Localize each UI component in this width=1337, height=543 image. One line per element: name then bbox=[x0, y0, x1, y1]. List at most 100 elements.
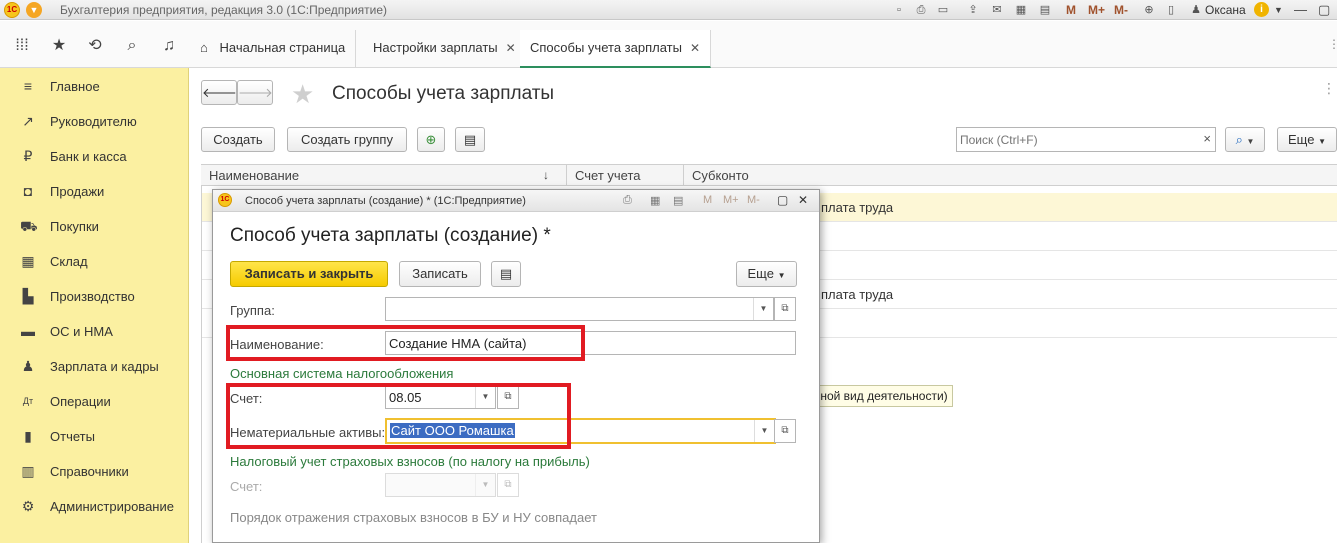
sidebar-item-production[interactable]: ▙ Производство bbox=[0, 278, 189, 313]
m-plus-button[interactable]: M+ bbox=[723, 194, 739, 206]
grid-icon: ▦ bbox=[21, 253, 35, 269]
sidebar-item-label: Справочники bbox=[50, 464, 129, 479]
tab-salary-settings[interactable]: Настройки зарплаты ✕ bbox=[363, 30, 527, 68]
info-icon[interactable]: i bbox=[1254, 2, 1269, 17]
calendar-icon[interactable]: ▤ bbox=[673, 194, 683, 207]
minimize-icon[interactable]: — bbox=[1294, 2, 1307, 17]
close-icon[interactable]: ✕ bbox=[690, 41, 700, 55]
user-name[interactable]: Оксана bbox=[1205, 3, 1246, 17]
subconto-cell: плата труда bbox=[821, 287, 894, 302]
people-icon: ♟ bbox=[21, 358, 35, 374]
close-icon[interactable]: ✕ bbox=[798, 193, 808, 207]
clear-icon[interactable]: × bbox=[1203, 131, 1211, 146]
tab-home[interactable]: ⌂ Начальная страница bbox=[190, 30, 357, 68]
sidebar-item-salary[interactable]: ♟ Зарплата и кадры bbox=[0, 348, 189, 383]
report-icon[interactable]: ▤ bbox=[491, 261, 521, 287]
sidebar-item-label: Главное bbox=[50, 79, 100, 94]
column-subconto-header[interactable]: Субконто bbox=[692, 168, 749, 183]
trend-icon: ↗ bbox=[22, 113, 34, 129]
sidebar-item-operations[interactable]: Дт Операции bbox=[0, 383, 189, 418]
list-report-icon[interactable]: ▤ bbox=[455, 127, 485, 152]
list-header: Наименование ↓ Счет учета Субконто bbox=[201, 164, 1337, 186]
chevron-down-icon[interactable]: ▼ bbox=[753, 298, 773, 320]
sidebar-item-assets[interactable]: ▬ ОС и НМА bbox=[0, 313, 189, 348]
tab-salary-accounting-methods[interactable]: Способы учета зарплаты ✕ bbox=[520, 30, 712, 68]
calendar-icon[interactable]: ▤ bbox=[1038, 3, 1052, 17]
sidebar-item-manager[interactable]: ↗ Руководителю bbox=[0, 103, 189, 138]
save-icon[interactable]: ▫ bbox=[892, 3, 906, 17]
chevron-down-icon[interactable]: ▼ bbox=[1274, 5, 1283, 15]
tab-home-label: Начальная страница bbox=[219, 40, 346, 55]
more-button[interactable]: Еще ▼ bbox=[1277, 127, 1337, 152]
magnifier-icon: ⌕ bbox=[1235, 132, 1243, 147]
home-icon: ⌂ bbox=[200, 40, 208, 55]
sidebar-item-admin[interactable]: ⚙ Администрирование bbox=[0, 488, 189, 523]
dialog-more-button[interactable]: Еще ▼ bbox=[736, 261, 797, 287]
m-memory-button[interactable]: M bbox=[703, 194, 712, 206]
column-account-header[interactable]: Счет учета bbox=[575, 168, 641, 183]
forward-button[interactable]: 🡒 bbox=[237, 80, 273, 105]
preview-icon[interactable]: ▭ bbox=[936, 3, 950, 17]
notifications-bell-icon[interactable]: ♫ bbox=[158, 37, 180, 55]
chevron-down-icon[interactable]: ▼ bbox=[754, 420, 774, 442]
maximize-icon[interactable]: ▢ bbox=[777, 193, 788, 207]
favorite-star-icon[interactable]: ★ bbox=[291, 79, 314, 110]
account2-field: ▼ bbox=[385, 473, 496, 497]
gear-icon: ⚙ bbox=[21, 498, 35, 514]
open-intangible-icon[interactable]: ⧉ bbox=[774, 419, 796, 443]
create-group-button[interactable]: Создать группу bbox=[287, 127, 407, 152]
open-group-icon[interactable]: ⧉ bbox=[774, 297, 796, 321]
sidebar-item-purchases[interactable]: ⛟ Покупки bbox=[0, 208, 189, 243]
mail-icon[interactable]: ✉ bbox=[990, 3, 1004, 17]
history-icon[interactable]: ⟲ bbox=[84, 37, 106, 55]
save-button[interactable]: Записать bbox=[399, 261, 481, 287]
sidebar-item-main[interactable]: ≡ Главное bbox=[0, 68, 189, 103]
section-main-taxation: Основная система налогообложения bbox=[230, 366, 454, 381]
back-button[interactable]: 🡐 bbox=[201, 80, 237, 105]
link-icon[interactable]: ⇪ bbox=[966, 3, 980, 17]
sidebar-item-reports[interactable]: ▮ Отчеты bbox=[0, 418, 189, 453]
search-options-button[interactable]: ⌕ ▼ bbox=[1225, 127, 1265, 152]
m-minus-button[interactable]: M- bbox=[747, 194, 760, 206]
sidebar-item-label: Склад bbox=[50, 254, 88, 269]
search-input[interactable] bbox=[957, 128, 1193, 151]
m-minus-button[interactable]: M- bbox=[1114, 3, 1128, 17]
save-and-close-button[interactable]: Записать и закрыть bbox=[230, 261, 388, 287]
zoom-icon[interactable]: ⊕ bbox=[1142, 3, 1156, 17]
search-icon[interactable]: ⌕ bbox=[121, 37, 143, 55]
calculator-icon[interactable]: ▦ bbox=[1014, 3, 1028, 17]
truck-icon: ▬ bbox=[21, 323, 35, 339]
section-menu-icon[interactable]: ⋮ bbox=[1328, 37, 1337, 51]
panel-icon[interactable]: ▯ bbox=[1164, 3, 1178, 17]
print-icon[interactable]: ⎙ bbox=[623, 194, 632, 207]
print-icon[interactable]: ⎙ bbox=[914, 3, 928, 17]
main-menu-dropdown-icon[interactable]: ▼ bbox=[26, 2, 42, 18]
favorites-star-icon[interactable]: ★ bbox=[48, 37, 70, 55]
maximize-icon[interactable]: ▢ bbox=[1318, 2, 1330, 18]
sidebar-item-sales[interactable]: ◘ Продажи bbox=[0, 173, 189, 208]
chevron-down-icon: ▼ bbox=[1246, 137, 1255, 146]
sort-arrow-icon[interactable]: ↓ bbox=[543, 168, 549, 182]
m-memory-button[interactable]: M bbox=[1066, 3, 1076, 17]
sidebar-item-warehouse[interactable]: ▦ Склад bbox=[0, 243, 189, 278]
search-field[interactable]: × bbox=[956, 127, 1216, 152]
sidebar-item-label: Покупки bbox=[50, 219, 99, 234]
sidebar-item-bank[interactable]: ₽ Банк и касса bbox=[0, 138, 189, 173]
copy-add-icon[interactable]: ⊕ bbox=[417, 127, 445, 152]
create-button[interactable]: Создать bbox=[201, 127, 275, 152]
highlight-box bbox=[226, 325, 585, 361]
calculator-icon[interactable]: ▦ bbox=[650, 194, 660, 207]
chevron-down-icon: ▼ bbox=[777, 271, 786, 280]
dt-kt-icon: Дт bbox=[22, 396, 34, 406]
column-name-header[interactable]: Наименование bbox=[209, 168, 299, 183]
open-account2-icon: ⧉ bbox=[497, 473, 519, 497]
m-plus-button[interactable]: M+ bbox=[1088, 3, 1105, 17]
apps-grid-icon[interactable]: ⁞⁞⁞ bbox=[11, 37, 33, 55]
tab-salary-accounting-methods-label: Способы учета зарплаты bbox=[530, 40, 682, 55]
sidebar-item-references[interactable]: ▥ Справочники bbox=[0, 453, 189, 488]
form-menu-icon[interactable]: ⋮ bbox=[1322, 80, 1336, 97]
highlight-box bbox=[226, 383, 571, 449]
group-field[interactable]: ▼ bbox=[385, 297, 774, 321]
sidebar-item-label: Производство bbox=[50, 289, 135, 304]
close-icon[interactable]: ✕ bbox=[506, 41, 516, 55]
